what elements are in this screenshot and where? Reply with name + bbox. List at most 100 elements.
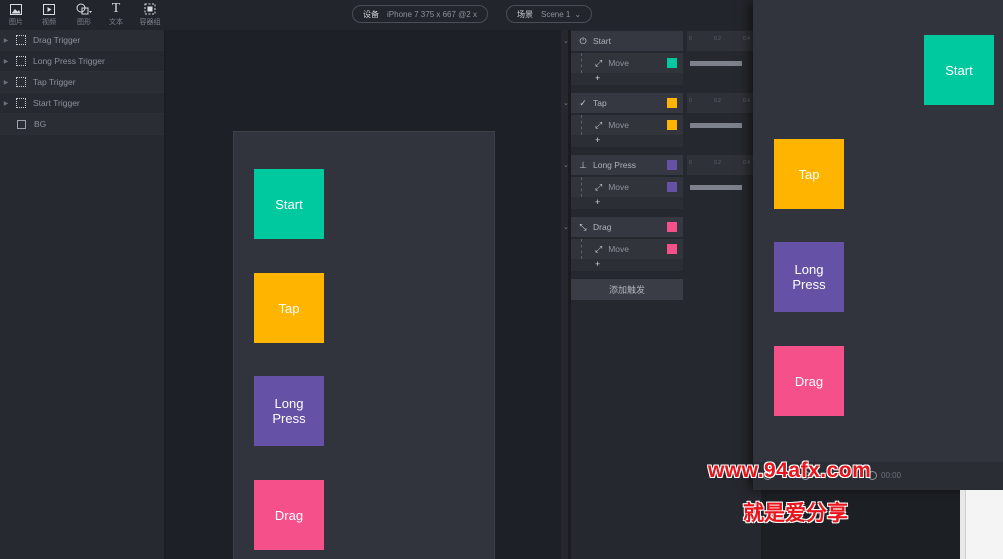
video-tool-label: 视频 (42, 19, 56, 26)
group-icon (16, 98, 26, 108)
add-action-button[interactable]: + (571, 135, 683, 147)
move-icon: ⤢ (595, 181, 603, 192)
chevron-down-icon[interactable]: ⌄ (563, 223, 569, 231)
color-swatch[interactable] (667, 244, 677, 254)
color-swatch[interactable] (667, 120, 677, 130)
drag-box-label: Drag (274, 507, 304, 523)
color-swatch[interactable] (667, 160, 677, 170)
timeline-bar[interactable] (690, 123, 742, 128)
preview-start-box[interactable]: Start (924, 35, 994, 105)
move-icon: ⤢ (595, 57, 603, 68)
tap-icon: ✓ (579, 97, 587, 108)
expand-arrow-icon[interactable]: ▶ (0, 37, 12, 44)
add-action-button[interactable]: + (571, 259, 683, 271)
layer-long-press-trigger[interactable]: ▶ Long Press Trigger (0, 51, 164, 72)
timeline-bar[interactable] (690, 61, 742, 66)
layer-label: Drag Trigger (33, 35, 81, 45)
ruler-tick: 0.4 (743, 36, 750, 42)
text-tool-label: 文本 (109, 19, 123, 26)
trigger-label: Start (593, 36, 611, 46)
ruler-tick: 0.2 (714, 36, 721, 42)
expand-arrow-icon[interactable]: ▶ (0, 100, 12, 107)
shape-tool[interactable]: 图形 (71, 2, 97, 28)
shape-tool-label: 图形 (77, 19, 91, 26)
ruler-tick: 0.4 (743, 160, 750, 166)
text-icon: T (111, 1, 121, 16)
video-icon (43, 2, 55, 16)
trigger-long-press[interactable]: ⌄ ⊥ Long Press (563, 155, 683, 175)
device-value: iPhone 7 375 x 667 @2 x (387, 9, 477, 19)
start-box-label: Start (275, 196, 303, 212)
container-tool[interactable]: 容器组 (137, 2, 163, 28)
image-tool-label: 图片 (9, 19, 23, 26)
expand-arrow-icon[interactable]: ▶ (0, 79, 12, 86)
scene-value: Scene 1 (541, 9, 571, 19)
chevron-down-icon[interactable]: ⌄ (563, 161, 569, 169)
scene-selector[interactable]: 场景 Scene 1 ⌄ (506, 5, 593, 23)
design-canvas[interactable]: Start Tap Long Press Drag (166, 30, 561, 559)
action-label: Move (608, 58, 629, 68)
action-move[interactable]: ⤢ Move (571, 53, 683, 73)
drag-box[interactable]: Drag (254, 480, 324, 550)
trigger-label: Drag (593, 222, 612, 232)
power-icon: ⏻ (579, 35, 587, 46)
timeline-bar[interactable] (690, 185, 742, 190)
watermark-url: www.94afx.com (708, 459, 872, 482)
preview-tap-box[interactable]: Tap (774, 139, 844, 209)
image-tool[interactable]: 图片 (3, 2, 29, 28)
preview-start-label: Start (945, 62, 973, 78)
trigger-start[interactable]: ⌄ ⏻ Start (563, 31, 683, 51)
drag-icon: ⤡ (579, 221, 587, 232)
ruler-tick: 0 (689, 98, 692, 104)
long-press-box[interactable]: Long Press (254, 376, 324, 446)
layer-tap-trigger[interactable]: ▶ Tap Trigger (0, 72, 164, 93)
device-key: 设备 (363, 9, 379, 19)
rectangle-icon (17, 119, 26, 129)
video-tool[interactable]: 视频 (36, 2, 62, 28)
timeline-ruler: 0 0.2 0.4 (687, 93, 761, 113)
start-box[interactable]: Start (254, 169, 324, 239)
color-swatch[interactable] (667, 98, 677, 108)
action-move[interactable]: ⤢ Move (571, 115, 683, 135)
add-action-button[interactable]: + (571, 197, 683, 209)
artboard[interactable]: Start Tap Long Press Drag (233, 131, 495, 559)
group-icon (16, 56, 26, 66)
color-swatch[interactable] (667, 58, 677, 68)
shape-icon (76, 2, 92, 16)
action-move[interactable]: ⤢ Move (571, 239, 683, 259)
preview-long-press-label: Long Press (792, 262, 826, 292)
action-label: Move (608, 182, 629, 192)
ruler-tick: 0.4 (743, 98, 750, 104)
action-move[interactable]: ⤢ Move (571, 177, 683, 197)
chevron-down-icon[interactable]: ⌄ (563, 99, 569, 107)
preview-window[interactable]: Start Tap Long Press Drag (753, 0, 1003, 490)
move-icon: ⤢ (595, 119, 603, 130)
timeline-ruler: 0 0.2 0.4 (687, 155, 761, 175)
layer-bg[interactable]: BG (0, 114, 164, 135)
chevron-down-icon[interactable]: ⌄ (563, 37, 569, 45)
text-tool[interactable]: T 文本 (103, 1, 129, 28)
watermark-slogan: 就是爱分享 (743, 501, 848, 525)
preview-long-press-box[interactable]: Long Press (774, 242, 844, 312)
trigger-drag[interactable]: ⌄ ⤡ Drag (563, 217, 683, 237)
layer-label: Long Press Trigger (33, 56, 105, 66)
long-press-box-label: Long Press (272, 396, 306, 426)
layer-drag-trigger[interactable]: ▶ Drag Trigger (0, 30, 164, 51)
device-selector[interactable]: 设备 iPhone 7 375 x 667 @2 x (352, 5, 488, 23)
trigger-tap[interactable]: ⌄ ✓ Tap (563, 93, 683, 113)
add-action-button[interactable]: + (571, 73, 683, 85)
background-window (960, 490, 1003, 559)
layer-start-trigger[interactable]: ▶ Start Trigger (0, 93, 164, 114)
preview-drag-box[interactable]: Drag (774, 346, 844, 416)
timeline-ruler: 0 0.2 0.4 (687, 31, 761, 51)
ruler-tick: 0 (689, 160, 692, 166)
expand-arrow-icon[interactable]: ▶ (0, 58, 12, 65)
color-swatch[interactable] (667, 222, 677, 232)
preview-tap-label: Tap (798, 166, 820, 182)
image-icon (10, 2, 22, 16)
color-swatch[interactable] (667, 182, 677, 192)
tap-box[interactable]: Tap (254, 273, 324, 343)
layers-panel: ▶ Drag Trigger ▶ Long Press Trigger ▶ Ta… (0, 30, 165, 559)
add-trigger-button[interactable]: 添加触发 (571, 279, 683, 300)
action-label: Move (608, 244, 629, 254)
